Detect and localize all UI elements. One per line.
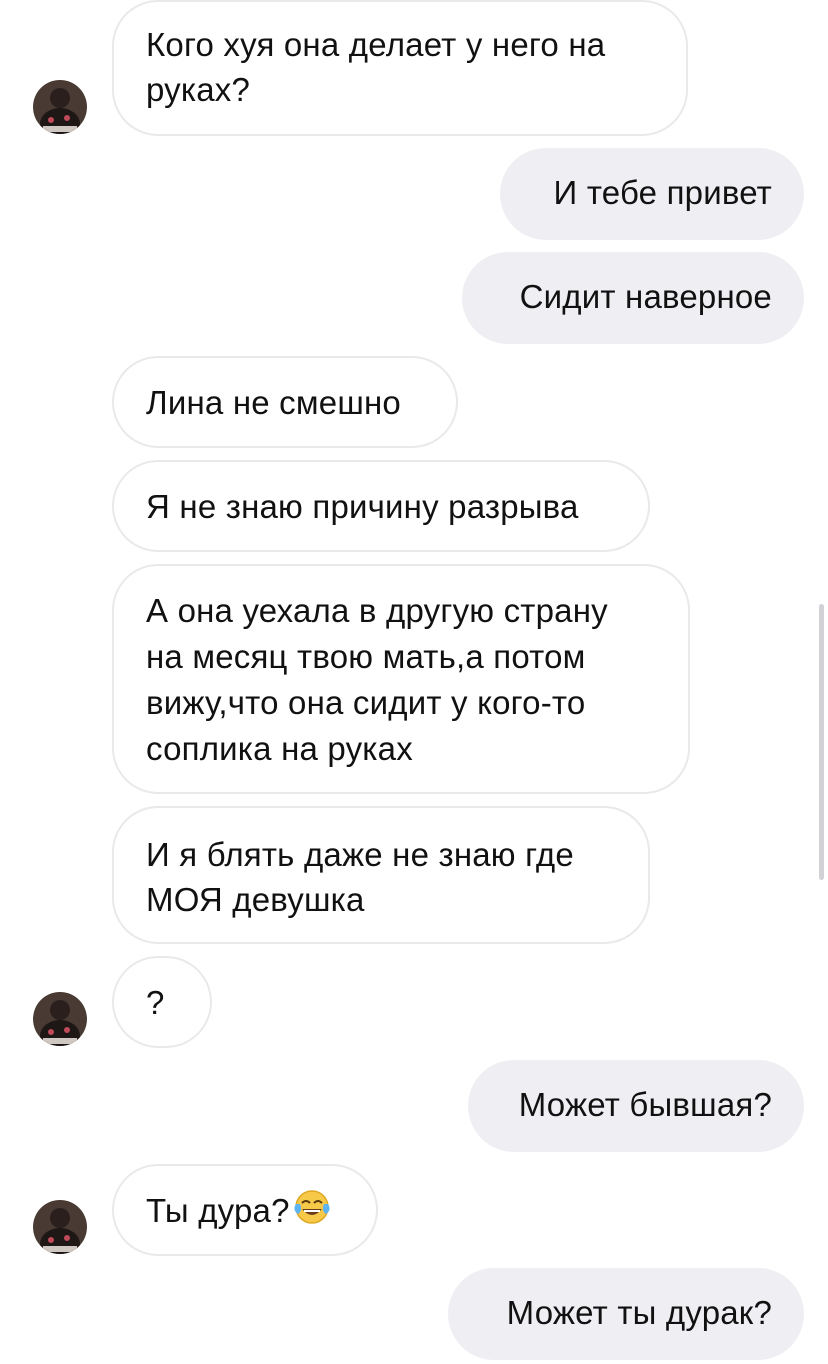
outgoing-message-bubble[interactable]: Может бывшая? — [468, 1060, 804, 1152]
contact-avatar-image — [33, 80, 87, 134]
incoming-message-bubble[interactable]: ? — [112, 956, 212, 1048]
contact-avatar[interactable] — [33, 1200, 87, 1254]
incoming-message-bubble[interactable]: И я блять даже не знаю где МОЯ девушка — [112, 806, 650, 944]
scrollbar[interactable] — [819, 604, 824, 880]
contact-avatar[interactable] — [33, 80, 87, 134]
incoming-message-bubble[interactable]: А она уехала в другую страну на месяц тв… — [112, 564, 690, 794]
outgoing-message-bubble[interactable]: Может ты дурак? — [448, 1268, 804, 1360]
contact-avatar-image — [33, 1200, 87, 1254]
message-text: Ты дура? — [146, 1192, 290, 1229]
contact-avatar-image — [33, 992, 87, 1046]
tears-of-joy-emoji — [292, 1188, 332, 1237]
incoming-message-bubble[interactable]: Лина не смешно — [112, 356, 458, 448]
outgoing-message-bubble[interactable]: Сидит наверное — [462, 252, 804, 344]
outgoing-message-bubble[interactable]: И тебе привет — [500, 148, 804, 240]
incoming-message-bubble[interactable]: Ты дура? — [112, 1164, 378, 1256]
incoming-message-bubble[interactable]: Я не знаю причину разрыва — [112, 460, 650, 552]
contact-avatar[interactable] — [33, 992, 87, 1046]
incoming-message-bubble[interactable]: Кого хуя она делает у него на руках? — [112, 0, 688, 136]
